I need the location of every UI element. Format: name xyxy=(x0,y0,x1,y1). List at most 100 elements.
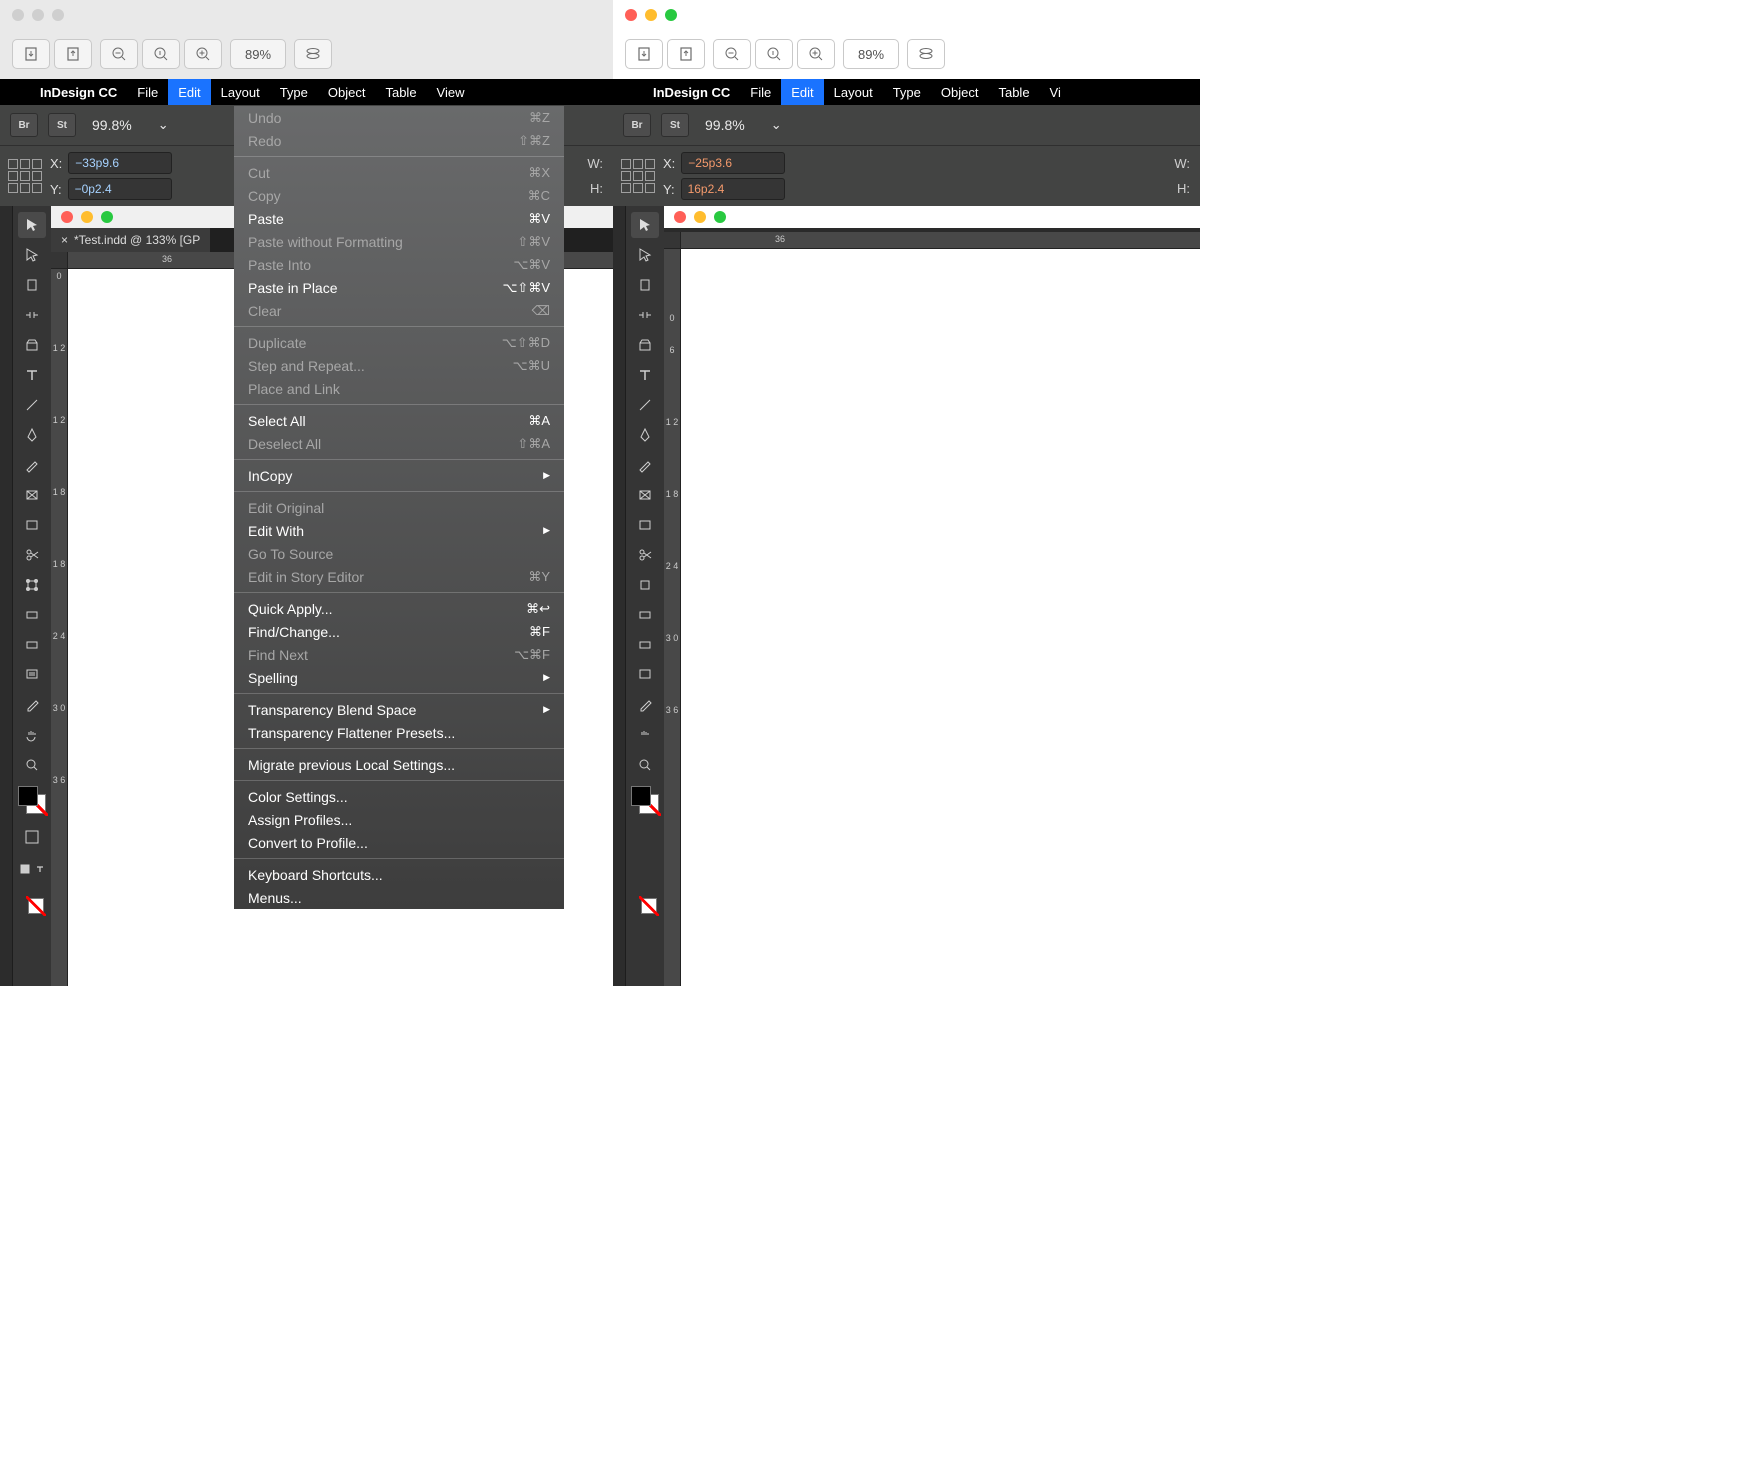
import-icon[interactable] xyxy=(12,39,50,69)
zoom-reset-icon[interactable] xyxy=(755,39,793,69)
stock-icon[interactable]: St xyxy=(661,113,689,137)
selection-tool-icon[interactable] xyxy=(18,212,46,238)
gradient-feather-icon[interactable] xyxy=(631,632,659,658)
pen-tool-icon[interactable] xyxy=(18,422,46,448)
eyedropper-tool-icon[interactable] xyxy=(631,692,659,718)
menu-edit[interactable]: Edit xyxy=(168,79,210,105)
content-collector-icon[interactable] xyxy=(18,332,46,358)
pencil-tool-icon[interactable] xyxy=(631,452,659,478)
pencil-tool-icon[interactable] xyxy=(18,452,46,478)
export-icon[interactable] xyxy=(54,39,92,69)
stock-icon[interactable]: St xyxy=(48,113,76,137)
zoom-out-icon[interactable] xyxy=(713,39,751,69)
gap-tool-icon[interactable] xyxy=(631,302,659,328)
direct-selection-tool-icon[interactable] xyxy=(631,242,659,268)
zoom-in-icon[interactable] xyxy=(797,39,835,69)
x-input[interactable]: −25p3.6 xyxy=(681,152,785,174)
zoom-reset-icon[interactable] xyxy=(142,39,180,69)
free-transform-icon[interactable] xyxy=(18,572,46,598)
maximize-icon[interactable] xyxy=(714,211,726,223)
gradient-swatch-icon[interactable] xyxy=(631,602,659,628)
app-name[interactable]: InDesign CC xyxy=(643,85,740,100)
minimize-icon[interactable] xyxy=(645,9,657,21)
formatting-container-icon[interactable] xyxy=(18,824,46,850)
y-input[interactable]: −0p2.4 xyxy=(68,178,172,200)
menu-view[interactable]: View xyxy=(427,79,475,105)
menu-type[interactable]: Type xyxy=(270,79,318,105)
fill-stroke-icon[interactable] xyxy=(631,786,659,814)
menu-object[interactable]: Object xyxy=(931,79,989,105)
menu-item[interactable]: Keyboard Shortcuts... xyxy=(234,863,564,886)
maximize-icon[interactable] xyxy=(101,211,113,223)
apply-text-icon[interactable] xyxy=(646,856,659,882)
bridge-icon[interactable]: Br xyxy=(623,113,651,137)
doc-zoom[interactable]: 99.8% xyxy=(92,117,132,133)
menu-object[interactable]: Object xyxy=(318,79,376,105)
zoom-tool-icon[interactable] xyxy=(631,752,659,778)
menu-item[interactable]: InCopy▶ xyxy=(234,464,564,487)
export-icon[interactable] xyxy=(667,39,705,69)
menu-item[interactable]: Paste in Place⌥⇧⌘V xyxy=(234,276,564,299)
import-icon[interactable] xyxy=(625,39,663,69)
free-transform-icon[interactable] xyxy=(631,572,659,598)
traffic-lights[interactable] xyxy=(625,9,677,21)
note-tool-icon[interactable] xyxy=(631,662,659,688)
maximize-icon[interactable] xyxy=(665,9,677,21)
doc-tab[interactable]: ×*Test.indd @ 133% [GP xyxy=(51,228,210,252)
page-tool-icon[interactable] xyxy=(18,272,46,298)
close-icon[interactable] xyxy=(61,211,73,223)
menu-item[interactable]: Color Settings... xyxy=(234,785,564,808)
menu-layout[interactable]: Layout xyxy=(824,79,883,105)
rectangle-frame-icon[interactable] xyxy=(18,482,46,508)
page-canvas[interactable] xyxy=(681,249,1200,986)
menu-file[interactable]: File xyxy=(740,79,781,105)
hand-tool-icon[interactable] xyxy=(18,722,46,748)
menu-item[interactable]: Migrate previous Local Settings... xyxy=(234,753,564,776)
eyedropper-tool-icon[interactable] xyxy=(18,692,46,718)
titlebar[interactable] xyxy=(613,0,1200,29)
vertical-ruler[interactable]: 0 1 2 1 2 1 8 1 8 2 4 3 0 3 6 xyxy=(51,269,68,986)
titlebar[interactable] xyxy=(0,0,613,29)
scissors-tool-icon[interactable] xyxy=(18,542,46,568)
pen-tool-icon[interactable] xyxy=(631,422,659,448)
type-tool-icon[interactable] xyxy=(631,362,659,388)
menu-item[interactable]: Transparency Flattener Presets... xyxy=(234,721,564,744)
apply-color-icon[interactable] xyxy=(18,856,31,882)
note-tool-icon[interactable] xyxy=(18,662,46,688)
page-tool-icon[interactable] xyxy=(631,272,659,298)
hand-tool-icon[interactable] xyxy=(631,722,659,748)
chevron-down-icon[interactable]: ⌄ xyxy=(771,117,782,133)
selection-tool-icon[interactable] xyxy=(631,212,659,238)
formatting-container-icon[interactable] xyxy=(631,824,659,850)
scissors-tool-icon[interactable] xyxy=(631,542,659,568)
traffic-lights-inactive[interactable] xyxy=(12,9,64,21)
default-fill-stroke-icon[interactable] xyxy=(633,890,657,914)
type-tool-icon[interactable] xyxy=(18,362,46,388)
rectangle-frame-icon[interactable] xyxy=(631,482,659,508)
menu-item[interactable]: Paste⌘V xyxy=(234,207,564,230)
menu-item[interactable]: Edit With▶ xyxy=(234,519,564,542)
line-tool-icon[interactable] xyxy=(631,392,659,418)
app-name[interactable]: InDesign CC xyxy=(30,85,127,100)
menu-view-cut[interactable]: Vi xyxy=(1040,79,1071,105)
rectangle-tool-icon[interactable] xyxy=(631,512,659,538)
gap-tool-icon[interactable] xyxy=(18,302,46,328)
menu-item[interactable]: Quick Apply...⌘↩ xyxy=(234,597,564,620)
minimize-icon[interactable] xyxy=(32,9,44,21)
menu-item[interactable]: Find/Change...⌘F xyxy=(234,620,564,643)
reference-point[interactable] xyxy=(8,159,42,193)
panel-dock[interactable] xyxy=(613,206,626,986)
apply-text-icon[interactable] xyxy=(33,856,46,882)
zoom-level[interactable]: 89% xyxy=(843,39,899,69)
content-collector-icon[interactable] xyxy=(631,332,659,358)
menu-edit[interactable]: Edit xyxy=(781,79,823,105)
menu-item[interactable]: Spelling▶ xyxy=(234,666,564,689)
horizontal-ruler[interactable]: 36 xyxy=(681,232,1200,249)
panel-dock[interactable] xyxy=(0,206,13,986)
direct-selection-tool-icon[interactable] xyxy=(18,242,46,268)
close-icon[interactable] xyxy=(674,211,686,223)
menu-type[interactable]: Type xyxy=(883,79,931,105)
bridge-icon[interactable]: Br xyxy=(10,113,38,137)
close-icon[interactable] xyxy=(625,9,637,21)
apply-color-icon[interactable] xyxy=(631,856,644,882)
